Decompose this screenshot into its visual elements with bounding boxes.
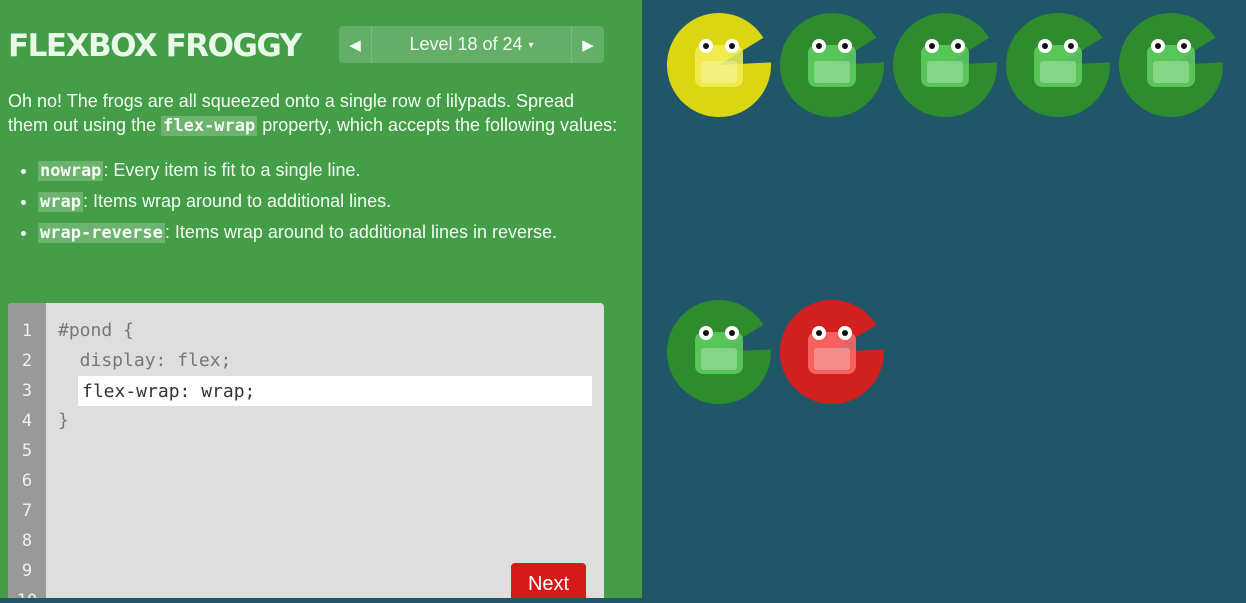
value-code: wrap-reverse: [38, 223, 165, 243]
value-description: : Items wrap around to additional lines.: [82, 191, 392, 211]
value-list: nowrap: Every item is fit to a single li…: [8, 158, 618, 245]
line-number: 7: [21, 501, 33, 521]
instructions: Oh no! The frogs are all squeezed onto a…: [8, 89, 618, 251]
frog-icon: [1147, 39, 1195, 87]
property-code: flex-wrap: [161, 116, 258, 136]
pond-board: [642, 0, 1246, 598]
level-label: Level 18 of 24: [409, 34, 523, 54]
sidebar: FLEXBOX FROGGY ◀ Level 18 of 24 ▾ ▶ Oh no…: [0, 0, 642, 598]
lilypad-green: [893, 13, 997, 118]
value-description: : Items wrap around to additional lines …: [164, 222, 558, 242]
frog-icon: [1034, 39, 1082, 87]
css-code-input[interactable]: [78, 376, 592, 406]
list-item: wrap: Items wrap around to additional li…: [38, 189, 618, 214]
next-button[interactable]: Next: [511, 563, 586, 598]
line-number: 3: [21, 381, 33, 401]
code-line-display: display: flex;: [58, 350, 232, 371]
frog-icon: [808, 326, 856, 374]
line-number-gutter: 1 2 3 4 5 6 7 8 9 10: [8, 303, 46, 598]
caret-down-icon: ▾: [528, 40, 534, 51]
lilypad-red: [780, 300, 884, 404]
level-navigator: ◀ Level 18 of 24 ▾ ▶: [339, 26, 604, 63]
lilypad-green: [1119, 12, 1223, 117]
lilypad-green: [780, 13, 884, 118]
app-title: FLEXBOX FROGGY: [8, 28, 302, 64]
next-level-arrow-icon[interactable]: ▶: [571, 26, 604, 63]
list-item: nowrap: Every item is fit to a single li…: [38, 158, 618, 183]
value-description: : Every item is fit to a single line.: [103, 160, 361, 180]
frog-icon: [808, 39, 856, 87]
list-item: wrap-reverse: Items wrap around to addit…: [38, 220, 618, 245]
line-number: 9: [21, 561, 33, 581]
instructions-text: property, which accepts the following va…: [257, 115, 618, 135]
line-number: 6: [21, 471, 33, 491]
code-editor: 1 2 3 4 5 6 7 8 9 10 #pond { display: fl…: [8, 303, 604, 598]
frog-icon: [695, 326, 743, 374]
instructions-paragraph: Oh no! The frogs are all squeezed onto a…: [8, 89, 618, 138]
line-number: 8: [21, 531, 33, 551]
value-code: wrap: [38, 192, 83, 212]
code-line-selector: #pond {: [58, 320, 134, 341]
prev-level-arrow-icon[interactable]: ◀: [339, 26, 372, 63]
pond-svg: [667, 12, 1223, 404]
level-dropdown[interactable]: Level 18 of 24 ▾: [372, 34, 571, 55]
lilypad-green: [1006, 13, 1110, 118]
line-number: 5: [21, 441, 33, 461]
frog-icon: [921, 39, 969, 87]
value-code: nowrap: [38, 161, 104, 181]
frog-icon: [695, 39, 743, 87]
line-number: 4: [21, 411, 33, 431]
lilypad-green: [667, 299, 771, 404]
code-line-closing-brace: }: [58, 410, 69, 431]
line-number: 10: [8, 591, 46, 598]
lilypad-yellow: [667, 12, 771, 117]
line-number: 2: [21, 351, 33, 371]
line-number: 1: [21, 321, 33, 341]
